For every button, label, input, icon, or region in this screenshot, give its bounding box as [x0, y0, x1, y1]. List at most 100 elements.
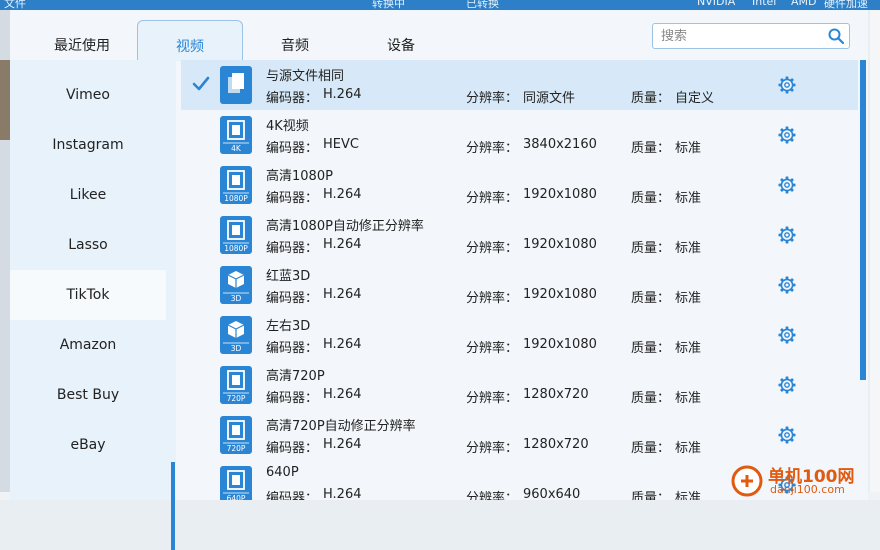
background-amd-label: AMD [791, 0, 817, 8]
film-icon: 1080P [220, 166, 252, 204]
resolution-label: 分辨率： [466, 241, 519, 256]
resolution-value: 1280x720 [523, 387, 589, 402]
quality-value: 标准 [675, 291, 702, 306]
background-app-header: 文件 转换中 已转换 NVIDIA Intel AMD 硬件加速 [0, 0, 880, 10]
resolution-value: 同源文件 [523, 91, 576, 106]
encoder-value: H.264 [323, 187, 362, 202]
encoder-label: 编码器： [266, 91, 319, 106]
quality-value: 标准 [675, 141, 702, 156]
format-tabs: 最近使用 视频 音频 设备 [10, 10, 868, 61]
resolution-label: 分辨率： [466, 191, 519, 206]
quality-label: 质量： [631, 191, 671, 206]
resolution-value: 1280x720 [523, 437, 589, 452]
search-box [652, 23, 850, 49]
format-badge: 3D [231, 294, 242, 303]
format-row[interactable]: 4K 4K视频 编码器： HEVC 分辨率： 3840x2160 质量： 标准 [181, 110, 858, 160]
gear-icon[interactable] [777, 425, 797, 445]
resolution-value: 3840x2160 [523, 137, 597, 152]
gear-icon[interactable] [777, 75, 797, 95]
format-badge: 3D [231, 344, 242, 353]
encoder-value: H.264 [323, 487, 362, 500]
copy-icon [220, 66, 252, 104]
quality-label: 质量： [631, 491, 671, 500]
encoder-label: 编码器： [266, 291, 319, 306]
sidebar-item-vimeo[interactable]: Vimeo [10, 70, 166, 120]
quality-value: 标准 [675, 491, 702, 500]
background-nvidia-label: NVIDIA [697, 0, 736, 8]
format-row[interactable]: 3D 左右3D 编码器： H.264 分辨率： 1920x1080 质量： 标准 [181, 310, 858, 360]
encoder-label: 编码器： [266, 441, 319, 456]
sidebar-item-instagram[interactable]: Instagram [10, 120, 166, 170]
gear-icon[interactable] [777, 325, 797, 345]
resolution-label: 分辨率： [466, 291, 519, 306]
sidebar-item-lasso[interactable]: Lasso [10, 220, 166, 270]
format-title: 4K视频 [266, 119, 309, 134]
quality-label: 质量： [631, 341, 671, 356]
format-badge: 1080P [224, 194, 248, 203]
watermark-url: danji100.com [770, 483, 845, 496]
resolution-label: 分辨率： [466, 141, 519, 156]
format-badge: 720P [227, 394, 246, 403]
tab-device[interactable]: 设备 [349, 20, 453, 60]
resolution-label: 分辨率： [466, 341, 519, 356]
film-icon: 720P [220, 366, 252, 404]
quality-value: 标准 [675, 391, 702, 406]
film-icon: 720P [220, 416, 252, 454]
gear-icon[interactable] [777, 225, 797, 245]
quality-label: 质量： [631, 141, 671, 156]
sidebar-item-amazon[interactable]: Amazon [10, 320, 166, 370]
background-right-edge [870, 10, 880, 500]
format-row[interactable]: 与源文件相同 编码器： H.264 分辨率： 同源文件 质量： 自定义 [181, 60, 858, 110]
background-converted-tab: 已转换 [466, 0, 499, 10]
format-row[interactable]: 1080P 高清1080P 编码器： H.264 分辨率： 1920x1080 质量： 标准 [181, 160, 858, 210]
sidebar-item-tiktok[interactable]: TikTok [10, 270, 166, 320]
format-badge: 4K [231, 144, 242, 153]
encoder-value: H.264 [323, 87, 362, 102]
tab-audio[interactable]: 音频 [243, 20, 347, 60]
format-title: 640P [266, 465, 299, 480]
format-title: 与源文件相同 [266, 69, 345, 84]
cube-icon: 3D [220, 266, 252, 304]
resolution-value: 1920x1080 [523, 187, 597, 202]
sidebar-item-likee[interactable]: Likee [10, 170, 166, 220]
sidebar-scrollbar[interactable] [171, 462, 175, 550]
format-row[interactable]: 1080P 高清1080P自动修正分辨率 编码器： H.264 分辨率： 1920x108… [181, 210, 858, 260]
cube-icon: 3D [220, 316, 252, 354]
gear-icon[interactable] [777, 375, 797, 395]
encoder-value: H.264 [323, 237, 362, 252]
quality-value: 自定义 [675, 91, 715, 106]
format-row[interactable]: 720P 高清720P 编码器： H.264 分辨率： 1280x720 质量： 标准 [181, 360, 858, 410]
gear-icon[interactable] [777, 125, 797, 145]
search-input[interactable] [659, 26, 823, 46]
format-title: 高清720P自动修正分辨率 [266, 419, 416, 434]
format-list-scrollbar[interactable] [860, 60, 866, 380]
tab-video[interactable]: 视频 [137, 20, 243, 61]
quality-value: 标准 [675, 241, 702, 256]
encoder-value: H.264 [323, 337, 362, 352]
watermark-logo: 单机100网 danji100.com [730, 462, 880, 500]
quality-label: 质量： [631, 291, 671, 306]
sidebar-item-bestbuy[interactable]: Best Buy [10, 370, 166, 420]
watermark-logo-icon [731, 465, 763, 497]
search-icon[interactable] [827, 27, 845, 45]
background-converting-tab: 转换中 [372, 0, 405, 10]
format-picker-panel: 最近使用 视频 音频 设备 Vimeo Instagram Likee Lass… [10, 10, 868, 550]
encoder-value: H.264 [323, 437, 362, 452]
gear-icon[interactable] [777, 175, 797, 195]
film-icon: 1080P [220, 216, 252, 254]
background-hw-accel-label: 硬件加速 [824, 0, 868, 10]
encoder-value: HEVC [323, 137, 359, 152]
tab-recent[interactable]: 最近使用 [30, 20, 134, 60]
gear-icon[interactable] [777, 275, 797, 295]
background-thumbnail [0, 60, 10, 140]
quality-value: 标准 [675, 441, 702, 456]
quality-label: 质量： [631, 241, 671, 256]
film-icon: 4K [220, 116, 252, 154]
resolution-value: 960x640 [523, 487, 581, 500]
film-icon: 640P [220, 466, 252, 500]
encoder-label: 编码器： [266, 391, 319, 406]
format-row[interactable]: 3D 红蓝3D 编码器： H.264 分辨率： 1920x1080 质量： 标准 [181, 260, 858, 310]
format-row[interactable]: 720P 高清720P自动修正分辨率 编码器： H.264 分辨率： 1280x720 质量… [181, 410, 858, 460]
check-icon [192, 76, 210, 91]
sidebar-item-ebay[interactable]: eBay [10, 420, 166, 470]
